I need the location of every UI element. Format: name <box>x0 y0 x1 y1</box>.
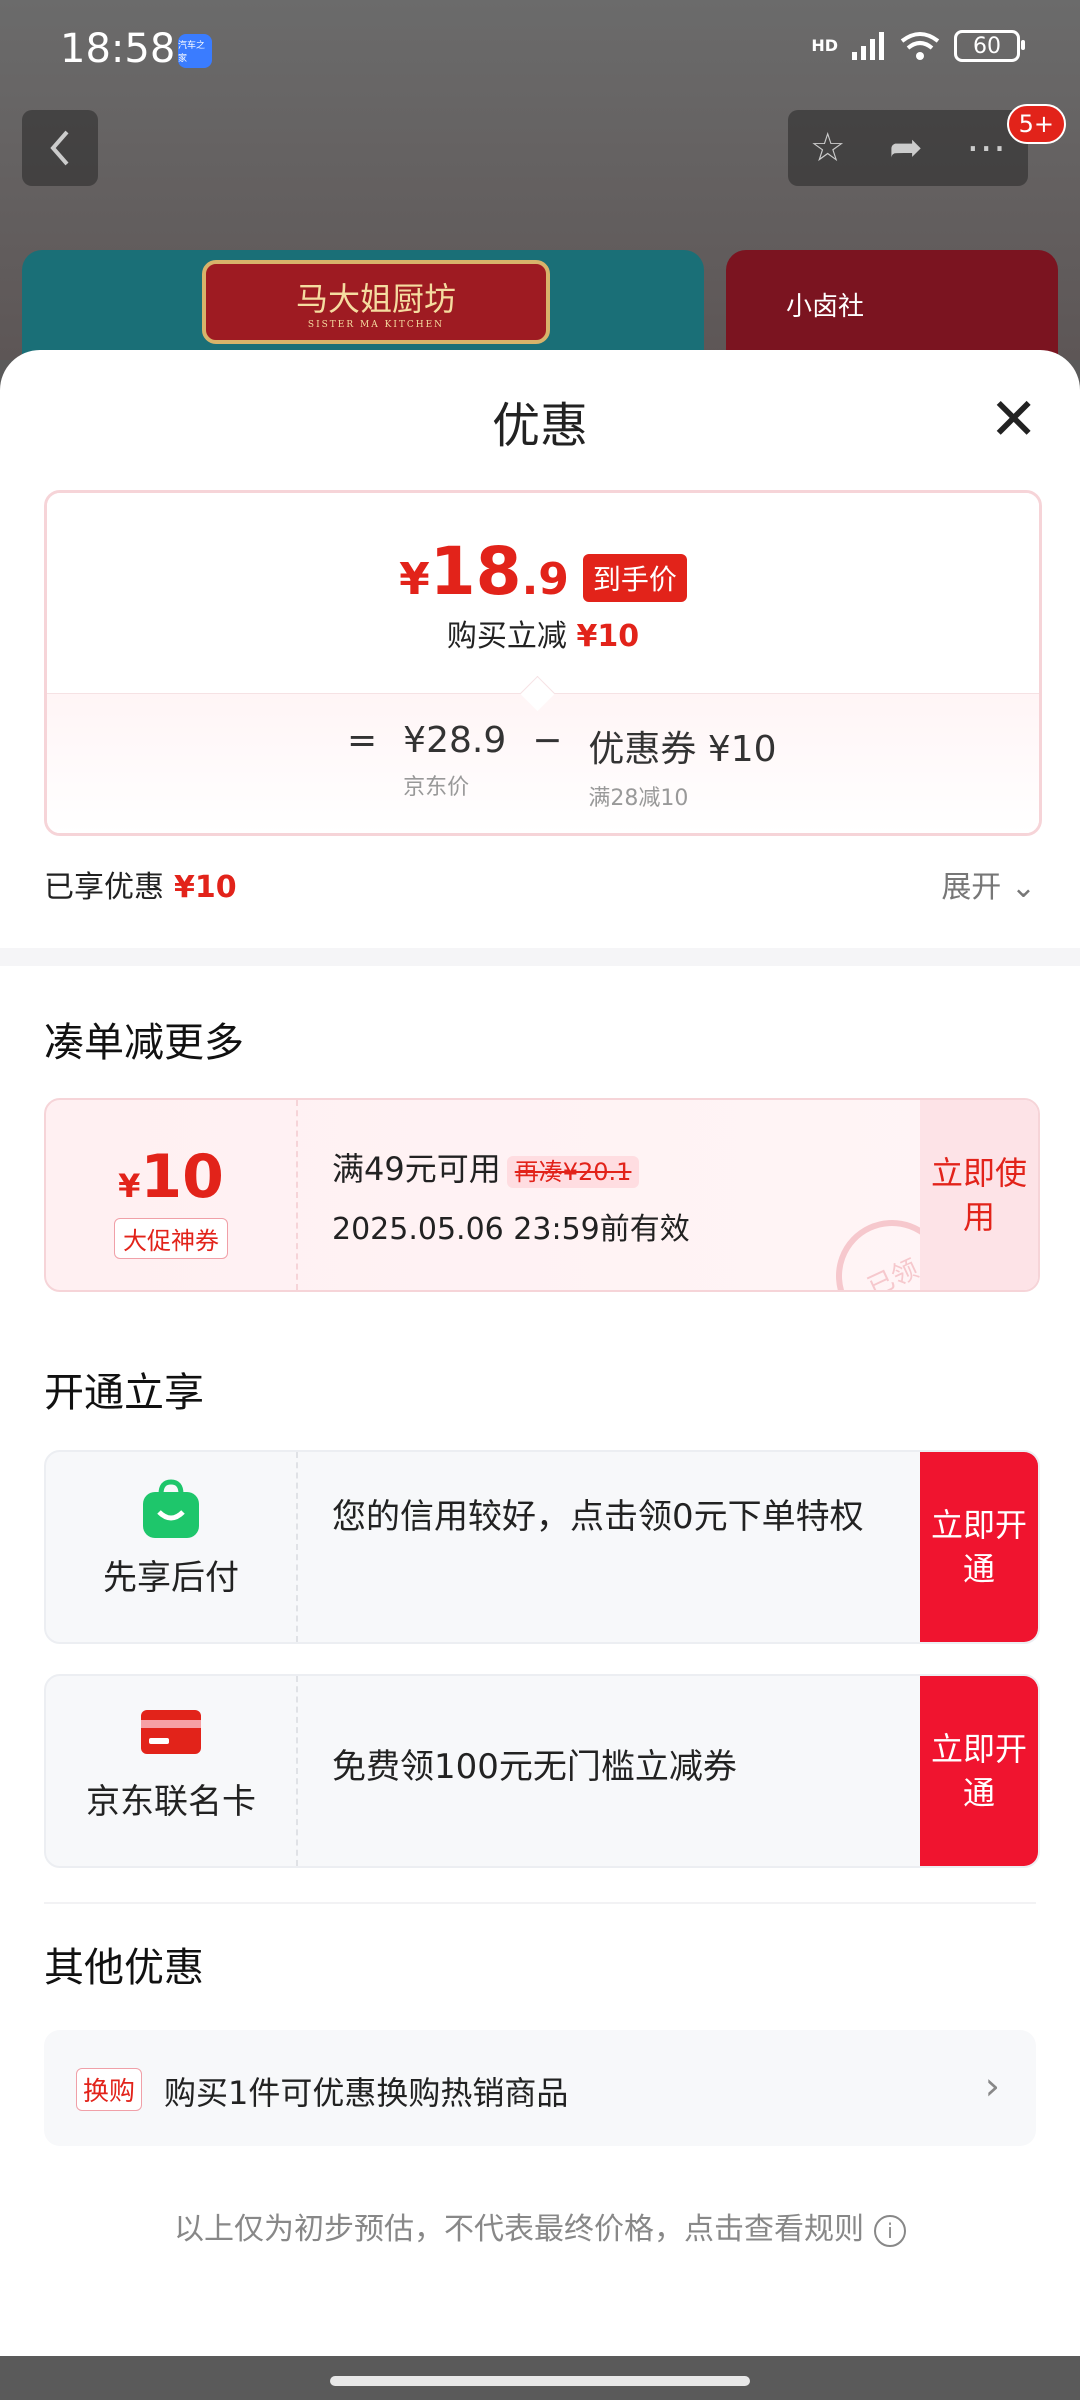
final-price-integer: 18 <box>429 533 522 610</box>
coupon-amount: ¥10 <box>46 1142 296 1212</box>
section-title-other: 其他优惠 <box>44 1945 204 1991</box>
close-icon[interactable]: ✕ <box>989 390 1038 448</box>
more-icon[interactable]: ⋯ <box>966 125 1006 171</box>
cobrand-open-button[interactable]: 立即开通 <box>920 1676 1038 1866</box>
coupon-col: 优惠券 ¥10 满28减10 <box>588 720 776 812</box>
price-breakdown: = ¥28.9 京东价 − 优惠券 ¥10 满28减10 <box>47 693 1039 833</box>
app-notification-icon: 汽车之家 <box>178 34 212 68</box>
network-hd-label: HD <box>811 36 838 55</box>
battery-icon: 60 <box>954 30 1025 62</box>
banner-right-text: 小卤社 <box>786 292 865 322</box>
signal-icon <box>852 32 884 60</box>
enjoyed-discount: 已享优惠 ¥10 <box>44 862 237 906</box>
price-card-top: ¥18.9 到手价 购买立减 ¥10 <box>47 493 1039 693</box>
equals-sign: = <box>347 720 378 761</box>
coupon-value-block: ¥10 大促神券 <box>46 1100 298 1290</box>
price-formula: = ¥28.9 京东价 − 优惠券 ¥10 满28减10 <box>347 720 777 812</box>
cobrand-text: 免费领100元无门槛立减券 <box>332 1747 737 1787</box>
shopping-bag-icon <box>143 1479 199 1538</box>
service-card-paylater: 先享后付 您的信用较好，点击领0元下单特权 立即开通 <box>44 1450 1040 1644</box>
service-card-cobrand: 京东联名卡 免费领100元无门槛立减券 立即开通 <box>44 1674 1040 1868</box>
brand-logo-text: 马大姐厨坊 <box>295 280 456 318</box>
coupon-currency: ¥ <box>118 1167 141 1205</box>
chevron-right-icon: › <box>984 2064 1000 2108</box>
cobrand-block: 京东联名卡 <box>46 1676 298 1866</box>
expand-button[interactable]: 展开 ⌄ <box>941 862 1036 906</box>
coupon-again-tag: 再凑¥20.1 <box>506 1156 640 1188</box>
coupon-condition: 满49元可用 <box>332 1150 501 1188</box>
final-price-tag: 到手价 <box>582 553 687 602</box>
instant-reduce-amount: ¥10 <box>576 619 640 654</box>
minus-sign: − <box>532 720 563 761</box>
discount-sheet: 优惠 ✕ ¥18.9 到手价 购买立减 ¥10 = ¥28.9 京东价 − 优惠券… <box>0 350 1080 2400</box>
sheet-title: 优惠 <box>491 398 588 454</box>
share-icon[interactable]: ➦ <box>889 125 923 171</box>
thin-divider <box>44 1902 1036 1904</box>
price-card: ¥18.9 到手价 购买立减 ¥10 = ¥28.9 京东价 − 优惠券 ¥10 … <box>44 490 1042 836</box>
coupon-condition-line: 满49元可用 再凑¥20.1 <box>332 1144 690 1190</box>
section-title-open: 开通立享 <box>44 1370 204 1416</box>
exchange-offer-row[interactable]: 换购 购买1件可优惠换购热销商品 › <box>44 2030 1036 2146</box>
status-time: 18:58 <box>60 26 176 72</box>
back-button[interactable] <box>22 110 98 186</box>
disclaimer[interactable]: 以上仅为初步预估，不代表最终价格，点击查看规则 i <box>0 2204 1080 2248</box>
section-title-more: 凑单减更多 <box>44 1020 244 1066</box>
paylater-open-button[interactable]: 立即开通 <box>920 1452 1038 1642</box>
credit-card-icon <box>141 1710 201 1754</box>
exchange-tag: 换购 <box>76 2068 143 2111</box>
paylater-block: 先享后付 <box>46 1452 298 1642</box>
coupon-rule: 满28减10 <box>588 786 689 811</box>
coupon-card: ¥10 大促神券 满49元可用 再凑¥20.1 2025.05.06 23:59前… <box>44 1098 1040 1292</box>
info-icon[interactable]: i <box>874 2214 906 2247</box>
final-price-decimal: .9 <box>521 554 569 605</box>
star-icon[interactable]: ☆ <box>810 125 846 171</box>
jd-price: ¥28.9 <box>403 720 507 761</box>
use-now-button[interactable]: 立即使用 <box>920 1100 1038 1290</box>
chevron-down-icon: ⌄ <box>1010 870 1036 905</box>
coupon-type: 大促神券 <box>114 1218 228 1259</box>
system-icons: HD 60 <box>811 30 1025 62</box>
enjoyed-amount: ¥10 <box>174 870 237 905</box>
final-price: ¥18.9 到手价 <box>47 533 1039 614</box>
disclaimer-text: 以上仅为初步预估，不代表最终价格，点击查看规则 <box>174 2212 864 2247</box>
status-bar: 18:58 汽车之家 HD 60 <box>0 0 1080 100</box>
coupon-expiry: 2025.05.06 23:59前有效 <box>332 1212 690 1247</box>
chevron-left-icon <box>50 130 69 166</box>
section-divider <box>0 948 1080 966</box>
jd-price-label: 京东价 <box>403 775 470 800</box>
instant-reduce: 购买立减 ¥10 <box>47 611 1039 655</box>
exchange-text: 购买1件可优惠换购热销商品 <box>164 2074 569 2112</box>
paylater-text: 您的信用较好，点击领0元下单特权 <box>332 1497 864 1537</box>
expand-label: 展开 <box>941 870 1002 905</box>
coupon-value: 优惠券 ¥10 <box>588 729 777 770</box>
jd-price-col: ¥28.9 京东价 <box>403 720 506 801</box>
wifi-icon <box>900 32 940 60</box>
coupon-details: 满49元可用 再凑¥20.1 2025.05.06 23:59前有效 <box>332 1144 690 1248</box>
brand-logo-subtext: SISTER MA KITCHEN <box>307 320 445 330</box>
final-price-currency: ¥ <box>399 554 430 605</box>
home-indicator[interactable] <box>330 2376 750 2386</box>
top-actions: ☆ ➦ ⋯ <box>788 110 1028 186</box>
gesture-bar <box>0 2356 1080 2400</box>
message-count-badge: 5+ <box>1006 104 1066 144</box>
instant-reduce-label: 购买立减 <box>446 619 567 654</box>
paylater-label: 先享后付 <box>103 1558 239 1598</box>
coupon-number: 10 <box>140 1142 224 1212</box>
brand-logo: 马大姐厨坊 SISTER MA KITCHEN <box>202 260 550 344</box>
enjoyed-label: 已享优惠 <box>44 870 164 905</box>
cobrand-label: 京东联名卡 <box>86 1782 256 1822</box>
